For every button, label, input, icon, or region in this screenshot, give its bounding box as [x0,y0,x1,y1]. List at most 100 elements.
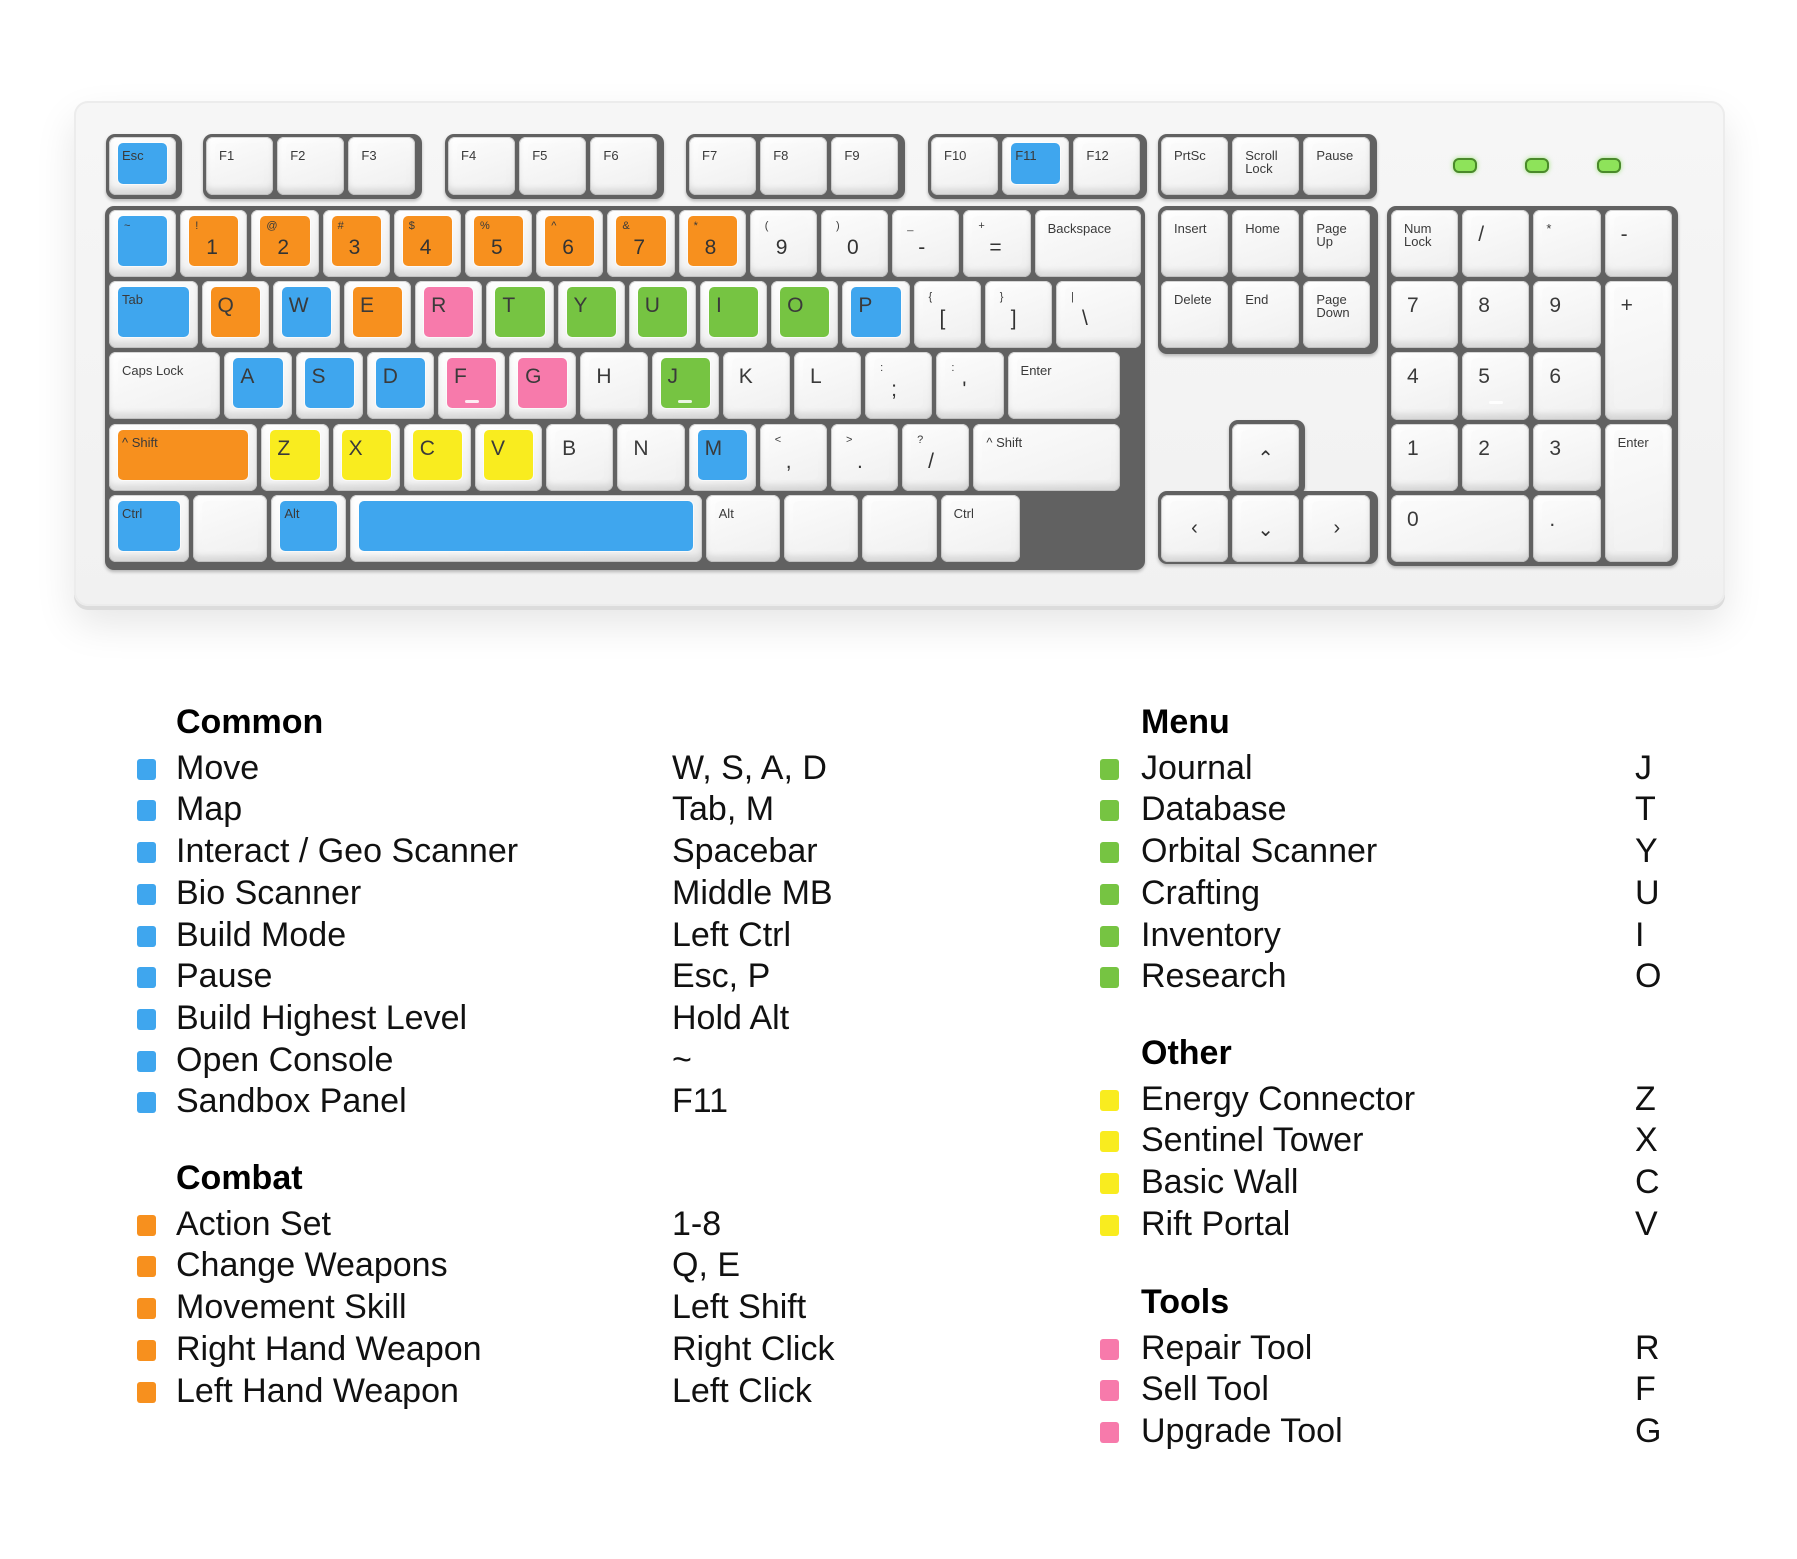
key-f7[interactable]: F7 [689,137,756,195]
key-y[interactable]: Y [557,281,625,349]
key-g[interactable]: G [509,352,577,420]
key-prtsc[interactable]: PrtSc [1161,137,1228,195]
key-f12[interactable]: F12 [1073,137,1141,195]
key-j[interactable]: J [651,352,719,420]
key-rbracket[interactable]: }] [984,281,1052,349]
key-c[interactable]: C [403,423,471,491]
key-f1[interactable]: F1 [206,137,273,195]
key-4[interactable]: $4 [393,210,461,277]
key-backslash[interactable]: | \ [1055,281,1141,349]
key-lbracket[interactable]: {[ [913,281,981,349]
key-delete[interactable]: Delete [1161,281,1228,349]
key-num-4[interactable]: 4 [1391,352,1459,420]
key-num-lock[interactable]: Num Lock [1391,210,1459,278]
key-0[interactable]: ) 0 [821,210,889,277]
key-n[interactable]: N [617,423,685,491]
key-quote[interactable]: : ' [936,352,1004,420]
key-t[interactable]: T [486,281,554,349]
key-b[interactable]: B [546,423,614,491]
key-num-multiply[interactable]: * [1533,210,1601,278]
key-insert[interactable]: Insert [1161,210,1228,277]
key-down[interactable]: ⌄ [1232,494,1300,562]
key-6[interactable]: ^ 6 [536,210,604,277]
key-num-divide[interactable]: / [1462,210,1530,278]
key-s[interactable]: S [295,352,363,420]
key-spacebar[interactable] [349,494,702,562]
key-x[interactable]: X [332,423,400,491]
key-f2[interactable]: F2 [277,137,345,195]
key-right-ctrl[interactable]: Ctrl [940,494,1020,562]
key-left-ctrl[interactable]: Ctrl [109,494,190,562]
key-f8[interactable]: F8 [760,137,828,195]
key-i[interactable]: I [699,281,768,349]
key-e[interactable]: E [343,281,412,349]
key-page-up[interactable]: Page Up [1303,210,1371,277]
key-f3[interactable]: F3 [348,137,416,195]
key-slash[interactable]: ? / [902,423,970,491]
key-num-9[interactable]: 9 [1533,281,1601,349]
key-left-win[interactable] [193,494,268,562]
key-num-1[interactable]: 1 [1391,423,1459,491]
key-num-3[interactable]: 3 [1533,423,1601,491]
key-z[interactable]: Z [261,423,329,491]
key-num-8[interactable]: 8 [1462,281,1530,349]
key-num-7[interactable]: 7 [1391,281,1459,349]
key-v[interactable]: V [474,423,543,491]
key-right-alt[interactable]: Alt [705,494,780,562]
key-enter[interactable]: Enter [1007,352,1120,420]
key-f[interactable]: F [437,352,506,420]
key-right[interactable]: › [1303,494,1371,562]
key-pause[interactable]: Pause [1303,137,1371,195]
key-menu[interactable] [862,494,937,562]
key-num-5[interactable]: 5 [1462,352,1530,420]
key-f11[interactable]: F11 [1002,137,1070,195]
key-page-down[interactable]: Page Down [1303,281,1371,349]
key-period[interactable]: >. [830,423,899,491]
key-num-decimal[interactable]: . [1533,494,1601,562]
key-d[interactable]: D [366,352,434,420]
key-2[interactable]: @2 [251,210,319,277]
key-left-alt[interactable]: Alt [271,494,346,562]
key-left-shift[interactable]: ^ Shift [109,423,258,491]
key-w[interactable]: W [272,281,340,349]
key-r[interactable]: R [415,281,483,349]
key-l[interactable]: L [793,352,862,420]
key-right-win[interactable] [783,494,859,562]
key-left[interactable]: ‹ [1161,494,1228,562]
key-9[interactable]: (9 [749,210,817,277]
key-semicolon[interactable]: :; [865,352,933,420]
key-k[interactable]: K [722,352,790,420]
key-3[interactable]: #3 [322,210,390,277]
key-backspace[interactable]: Backspace [1034,210,1141,277]
key-8[interactable]: * 8 [678,210,746,277]
key-h[interactable]: H [580,352,648,420]
key-home[interactable]: Home [1232,210,1300,277]
key-scroll-lock[interactable]: Scroll Lock [1232,137,1300,195]
key-right-shift[interactable]: ^ Shift [973,423,1120,491]
key-end[interactable]: End [1232,281,1300,349]
key-comma[interactable]: <, [759,423,827,491]
key-num-0[interactable]: 0 [1391,494,1530,562]
key-f6[interactable]: F6 [590,137,658,195]
key-p[interactable]: P [842,281,910,349]
key-minus[interactable]: _ - [892,210,960,277]
key-o[interactable]: O [771,281,839,349]
key-f4[interactable]: F4 [448,137,515,195]
key-caps-lock[interactable]: Caps Lock [109,352,221,420]
key-f5[interactable]: F5 [519,137,587,195]
key-7[interactable]: & 7 [607,210,675,277]
key-m[interactable]: M [688,423,756,491]
key-tab[interactable]: Tab [109,281,198,349]
key-tilde[interactable]: ~ [109,210,177,277]
key-f10[interactable]: F10 [931,137,998,195]
key-num-2[interactable]: 2 [1462,423,1530,491]
key-equals[interactable]: + = [963,210,1031,277]
key-num-6[interactable]: 6 [1533,352,1601,420]
key-5[interactable]: % 5 [465,210,533,277]
key-num-enter[interactable]: Enter [1604,423,1672,562]
key-num-plus[interactable]: + [1604,281,1672,420]
key-up[interactable]: ⌃ [1232,423,1300,491]
key-esc[interactable]: Esc [109,137,176,195]
key-a[interactable]: A [224,352,292,420]
key-u[interactable]: U [628,281,696,349]
